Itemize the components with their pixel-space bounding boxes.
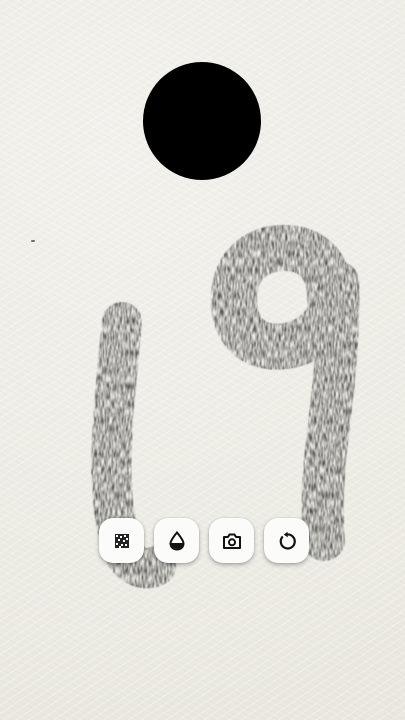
- texture-brush-button[interactable]: [99, 518, 144, 563]
- pencil-drawing: [91, 224, 360, 589]
- bottom-toolbar: [99, 518, 309, 564]
- camera-button[interactable]: [209, 518, 254, 563]
- drawing-canvas[interactable]: [0, 0, 405, 720]
- undo-icon: [279, 531, 296, 550]
- camera-icon: [222, 533, 241, 549]
- texture-icon: [114, 533, 129, 548]
- pencil-stroke-tail: [301, 261, 360, 561]
- undo-button[interactable]: [264, 518, 309, 563]
- ink-drop-icon: [168, 530, 185, 551]
- ink-drop-button[interactable]: [154, 518, 199, 563]
